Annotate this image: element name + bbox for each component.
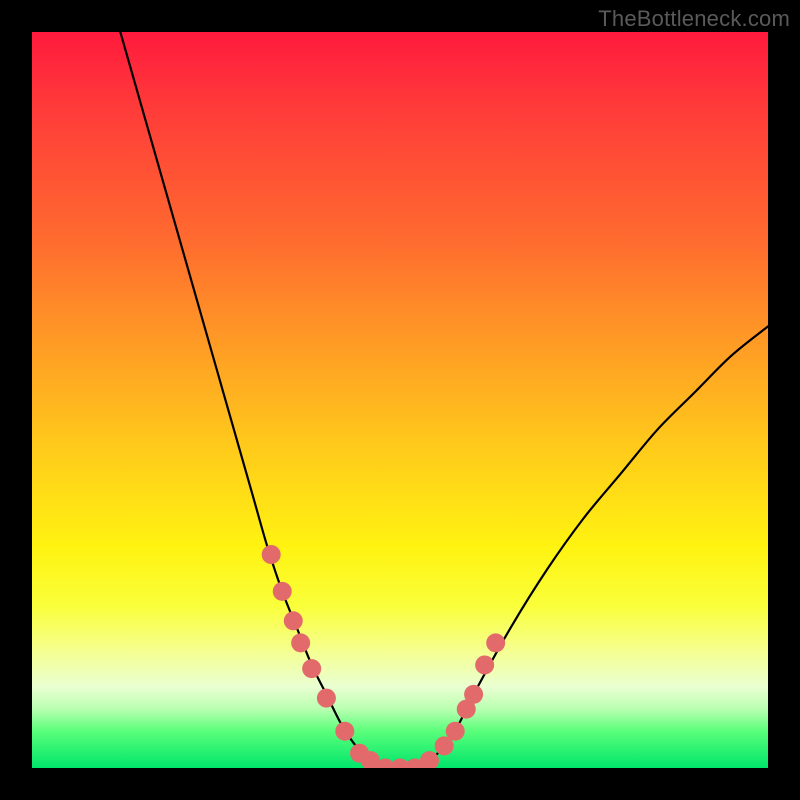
- highlight-dot: [317, 689, 336, 708]
- highlight-dots: [262, 545, 505, 768]
- highlight-dot: [273, 582, 292, 601]
- highlight-dot: [475, 655, 494, 674]
- plot-area: [32, 32, 768, 768]
- highlight-dot: [464, 685, 483, 704]
- highlight-dot: [302, 659, 321, 678]
- highlight-dot: [291, 633, 310, 652]
- curve-layer: [32, 32, 768, 768]
- highlight-dot: [486, 633, 505, 652]
- chart-frame: TheBottleneck.com: [0, 0, 800, 800]
- highlight-dot: [335, 722, 354, 741]
- bottleneck-curve: [120, 32, 768, 768]
- highlight-dot: [284, 611, 303, 630]
- highlight-dot: [446, 722, 465, 741]
- highlight-dot: [262, 545, 281, 564]
- watermark-text: TheBottleneck.com: [598, 6, 790, 32]
